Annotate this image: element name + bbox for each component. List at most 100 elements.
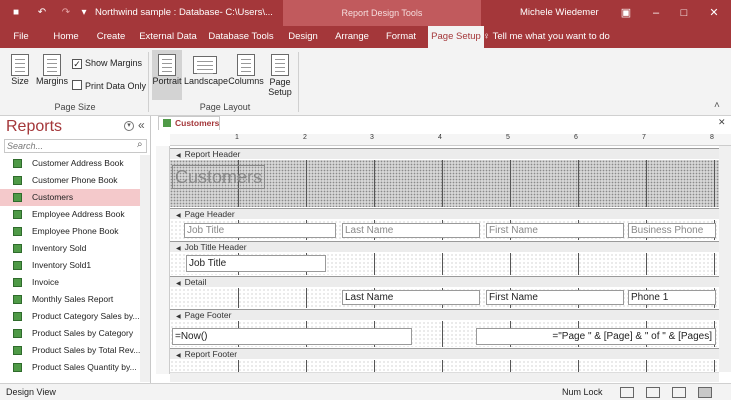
page-size-group-label: Page Size [54,102,96,112]
margins-button[interactable]: Margins [34,54,70,86]
vertical-scrollbar[interactable] [719,146,731,372]
horizontal-scrollbar[interactable] [170,372,719,382]
job-title-header-band[interactable]: Job Title Header [170,241,719,252]
page-number-expression[interactable]: ="Page " & [Page] & " of " & [Pages] [476,328,716,345]
first-name-header-label[interactable]: First Name [486,223,624,238]
page-header-section[interactable]: Job Title Last Name First Name Business … [170,220,719,240]
undo-icon[interactable]: ↶ [34,0,50,26]
report-header-section[interactable]: Customers [170,160,719,207]
tab-format[interactable]: Format [382,26,420,48]
portrait-icon [158,54,176,76]
customize-quick-access-icon[interactable]: ▾ [78,0,90,26]
first-name-field[interactable]: First Name [486,290,624,305]
report-footer-section[interactable] [170,360,719,372]
job-title-header-section[interactable]: Job Title [170,253,719,275]
vertical-ruler[interactable] [156,146,170,374]
grid-line [374,253,375,275]
grid-line [510,360,511,372]
nav-item-monthly-sales-report[interactable]: Monthly Sales Report [0,291,140,308]
collapse-ribbon-icon[interactable]: ˄ [714,100,720,111]
contextual-tools-label: Report Design Tools [341,8,423,18]
nav-item-product-sales-by-category[interactable]: Product Sales by Category [0,325,140,342]
last-name-header-label[interactable]: Last Name [342,223,480,238]
user-name[interactable]: Michele Wiedemer [520,0,599,26]
tell-me-search[interactable]: ♀ Tell me what you want to do [483,26,610,48]
nav-item-invoice[interactable]: Invoice [0,274,140,291]
nav-item-employee-phone-book[interactable]: Employee Phone Book [0,223,140,240]
report-icon [13,244,22,253]
tab-page-setup[interactable]: Page Setup [428,26,484,48]
job-title-header-label[interactable]: Job Title [184,223,336,238]
print-preview-icon[interactable] [646,387,660,398]
nav-menu-chevron-icon[interactable]: ▾ [124,121,134,131]
page-footer-band[interactable]: Page Footer [170,309,719,320]
nav-item-customer-address-book[interactable]: Customer Address Book [0,155,140,172]
page-setup-label-line2: Setup [268,87,292,97]
portrait-label: Portrait [152,76,182,86]
nav-item-customers[interactable]: Customers [0,189,140,206]
portrait-button[interactable]: Portrait [152,50,182,100]
tab-arrange[interactable]: Arrange [330,26,374,48]
nav-item-label: Inventory Sold [32,243,87,253]
grid-line [646,253,647,275]
tab-design[interactable]: Design [284,26,322,48]
detail-band[interactable]: Detail [170,276,719,287]
grid-line [238,360,239,372]
nav-item-customer-phone-book[interactable]: Customer Phone Book [0,172,140,189]
landscape-button[interactable]: Landscape [184,54,228,86]
minimize-button[interactable]: – [642,0,670,26]
ribbon-display-options-icon[interactable]: ▣ [612,0,640,26]
maximize-button[interactable]: □ [670,0,698,26]
access-window: ■ ↶ ↷ ▾ Northwind sample : Database- C:\… [0,0,731,400]
report-footer-band[interactable]: Report Footer [170,348,719,359]
tab-file[interactable]: File [8,26,34,48]
grid-line [238,288,239,308]
last-name-field[interactable]: Last Name [342,290,480,305]
tab-external-data[interactable]: External Data [138,26,198,48]
nav-item-employee-address-book[interactable]: Employee Address Book [0,206,140,223]
layout-view-icon[interactable] [672,387,686,398]
shutter-bar-collapse-icon[interactable]: « [138,118,145,132]
now-expression[interactable]: =Now() [172,328,412,345]
job-title-field[interactable]: Job Title [186,255,326,272]
nav-item-label: Customer Address Book [32,158,124,168]
nav-item-product-sales-by-total-rev[interactable]: Product Sales by Total Rev... [0,342,140,359]
tab-database-tools[interactable]: Database Tools [206,26,276,48]
nav-item-inventory-sold[interactable]: Inventory Sold [0,240,140,257]
grid-line [578,360,579,372]
redo-icon[interactable]: ↷ [58,0,74,26]
page-setup-button[interactable]: Page Setup [266,54,294,97]
page-setup-label-line1: Page [269,77,291,87]
save-icon[interactable]: ■ [8,0,24,26]
tab-home[interactable]: Home [48,26,84,48]
columns-button[interactable]: Columns [228,54,264,86]
page-layout-group-label: Page Layout [199,102,251,112]
nav-search-input[interactable]: Search... [4,139,147,153]
page-footer-section[interactable]: =Now() ="Page " & [Page] & " of " & [Pag… [170,321,719,347]
page-header-band[interactable]: Page Header [170,208,719,219]
close-button[interactable]: ✕ [700,0,728,26]
show-margins-checkbox[interactable]: ✓ Show Margins [72,58,142,69]
nav-item-product-sales-quantity[interactable]: Product Sales Quantity by... [0,359,140,376]
close-document-icon[interactable]: ✕ [718,117,726,128]
report-header-band[interactable]: Report Header [170,148,719,159]
report-view-icon[interactable] [620,387,634,398]
nav-scrollbar[interactable] [140,155,150,382]
size-button[interactable]: Size [6,54,34,86]
detail-section[interactable]: Last Name First Name Phone 1 [170,288,719,308]
report-icon [13,278,22,287]
tab-create[interactable]: Create [92,26,130,48]
print-data-only-checkbox[interactable]: Print Data Only [72,80,146,91]
ruler-mark: 1 [235,134,239,141]
status-bar: Design View Num Lock [0,383,731,400]
horizontal-ruler[interactable]: 1 2 3 4 5 6 7 8 [170,134,731,146]
phone-field[interactable]: Phone 1 [628,290,716,305]
design-view-icon[interactable] [698,387,712,398]
search-icon[interactable]: ⌕ [137,139,143,150]
document-tab-customers[interactable]: Customers [158,116,220,130]
nav-pane-title[interactable]: Reports [6,118,62,136]
nav-item-product-category-sales[interactable]: Product Category Sales by... [0,308,140,325]
business-phone-header-label[interactable]: Business Phone [628,223,716,238]
report-title-label[interactable]: Customers [172,165,266,189]
nav-item-inventory-sold1[interactable]: Inventory Sold1 [0,257,140,274]
